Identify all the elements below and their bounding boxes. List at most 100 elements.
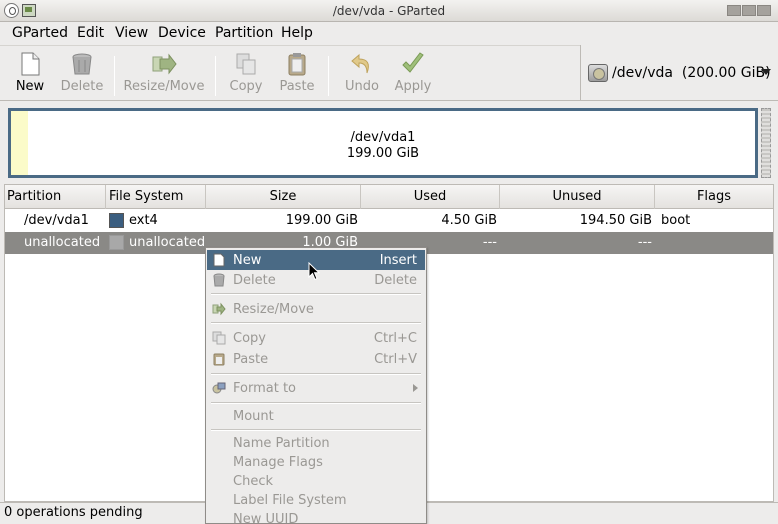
new-label: New [15, 79, 45, 94]
minimize-button[interactable] [727, 5, 741, 16]
copy-button[interactable]: Copy [226, 51, 266, 94]
menu-partition[interactable]: Partition [215, 25, 273, 41]
menu-item-manage-flags[interactable]: Manage Flags [207, 452, 425, 472]
fs-color-swatch [109, 235, 124, 250]
col-unused[interactable]: Unused [500, 185, 655, 209]
col-flags[interactable]: Flags [655, 185, 773, 209]
menu-separator [211, 402, 421, 404]
table-row[interactable]: /dev/vda1 ext4 199.00 GiB 4.50 GiB 194.5… [5, 210, 773, 232]
menu-item-name-partition[interactable]: Name Partition [207, 433, 425, 453]
menu-edit[interactable]: Edit [77, 25, 104, 41]
col-partition[interactable]: Partition [5, 185, 106, 209]
menu-item-label: Mount [233, 409, 274, 424]
menu-item-copy[interactable]: Copy Ctrl+C [207, 328, 425, 348]
cell-partition: /dev/vda1 [24, 213, 89, 228]
menu-item-label: Check [233, 474, 273, 489]
menu-item-label: Resize/Move [233, 302, 314, 317]
paste-label: Paste [279, 79, 315, 94]
menu-item-label: Label File System [233, 493, 347, 508]
submenu-arrow-icon [413, 384, 418, 392]
trash-icon [212, 273, 226, 287]
col-used[interactable]: Used [361, 185, 500, 209]
format-icon [212, 381, 226, 395]
menu-separator [211, 373, 421, 375]
cell-unused: --- [637, 235, 652, 250]
cell-used: --- [482, 235, 497, 250]
checkmark-icon [400, 51, 426, 77]
menu-bar: GParted Edit View Device Partition Help [0, 22, 778, 45]
cell-size: 199.00 GiB [285, 213, 358, 228]
toolbar-separator [328, 56, 329, 96]
status-text: 0 operations pending [4, 505, 143, 520]
menu-item-check[interactable]: Check [207, 471, 425, 491]
col-filesystem[interactable]: File System [106, 185, 206, 209]
undo-button[interactable]: Undo [340, 51, 384, 94]
resize-move-button[interactable]: Resize/Move [122, 51, 206, 94]
trash-icon [69, 51, 95, 77]
close-button[interactable] [757, 5, 771, 16]
menu-item-paste[interactable]: Paste Ctrl+V [207, 349, 425, 369]
cell-used: 4.50 GiB [441, 213, 497, 228]
apply-label: Apply [394, 79, 432, 94]
partition-block-size: 199.00 GiB [346, 146, 420, 161]
menu-device[interactable]: Device [158, 25, 206, 41]
menu-help[interactable]: Help [281, 25, 313, 41]
delete-button[interactable]: Delete [58, 51, 106, 94]
menu-gparted[interactable]: GParted [12, 25, 68, 41]
mouse-cursor-icon [308, 262, 321, 281]
window-title: /dev/vda - GParted [332, 4, 446, 18]
menu-item-new-uuid[interactable]: New UUID [207, 509, 425, 523]
device-label: /dev/vda (200.00 GiB) [612, 65, 771, 81]
menu-item-format-to[interactable]: Format to [207, 378, 425, 398]
menu-separator [211, 429, 421, 431]
dropdown-arrow-icon[interactable] [761, 69, 771, 75]
col-size[interactable]: Size [206, 185, 361, 209]
paste-icon [212, 352, 226, 366]
cell-filesystem: unallocated [129, 235, 206, 250]
menu-item-label-filesystem[interactable]: Label File System [207, 490, 425, 510]
toolbar-separator [114, 56, 115, 96]
copy-icon [233, 51, 259, 77]
menu-item-label: Copy [233, 331, 266, 346]
menu-item-label: New [233, 253, 262, 268]
menu-item-label: Format to [233, 381, 296, 396]
new-document-icon [212, 253, 226, 267]
new-button[interactable]: New [12, 51, 48, 94]
undo-icon [349, 51, 375, 77]
partition-context-menu: New Insert Delete Delete Resize/Move Cop… [205, 247, 427, 524]
menu-item-mount[interactable]: Mount [207, 406, 425, 426]
menu-separator [211, 293, 421, 295]
menu-item-resize-move[interactable]: Resize/Move [207, 299, 425, 319]
toolbar-separator [215, 56, 216, 96]
menu-item-label: Paste [233, 352, 269, 367]
resize-move-label: Resize/Move [123, 79, 205, 94]
title-bar: /dev/vda - GParted [0, 0, 778, 22]
toolbar: New Delete Resize/Move Copy Paste Undo A… [0, 45, 580, 101]
menu-item-accel: Delete [374, 273, 417, 288]
partition-block-vda1[interactable]: /dev/vda1 199.00 GiB [8, 108, 758, 178]
menu-item-accel: Ctrl+C [373, 331, 417, 346]
disk-map: /dev/vda1 199.00 GiB [0, 102, 778, 183]
menu-item-label: Delete [233, 273, 276, 288]
menu-item-accel: Insert [379, 253, 417, 268]
fs-color-swatch [109, 213, 124, 228]
table-header: Partition File System Size Used Unused F… [5, 185, 773, 209]
menu-item-label: Name Partition [233, 436, 330, 451]
paste-button[interactable]: Paste [276, 51, 318, 94]
maximize-button[interactable] [742, 5, 756, 16]
menu-view[interactable]: View [115, 25, 148, 41]
delete-label: Delete [60, 79, 104, 94]
cell-filesystem: ext4 [129, 213, 158, 228]
paste-icon [284, 51, 310, 77]
menu-item-label: New UUID [233, 512, 299, 523]
menu-item-label: Manage Flags [233, 455, 323, 470]
new-document-icon [17, 51, 43, 77]
resize-icon [151, 51, 177, 77]
copy-label: Copy [229, 79, 263, 94]
menu-separator [211, 322, 421, 324]
cell-unused: 194.50 GiB [579, 213, 652, 228]
apply-button[interactable]: Apply [392, 51, 434, 94]
resize-icon [212, 302, 226, 316]
device-selector[interactable]: /dev/vda (200.00 GiB) [580, 45, 778, 101]
unallocated-block[interactable] [761, 108, 771, 178]
